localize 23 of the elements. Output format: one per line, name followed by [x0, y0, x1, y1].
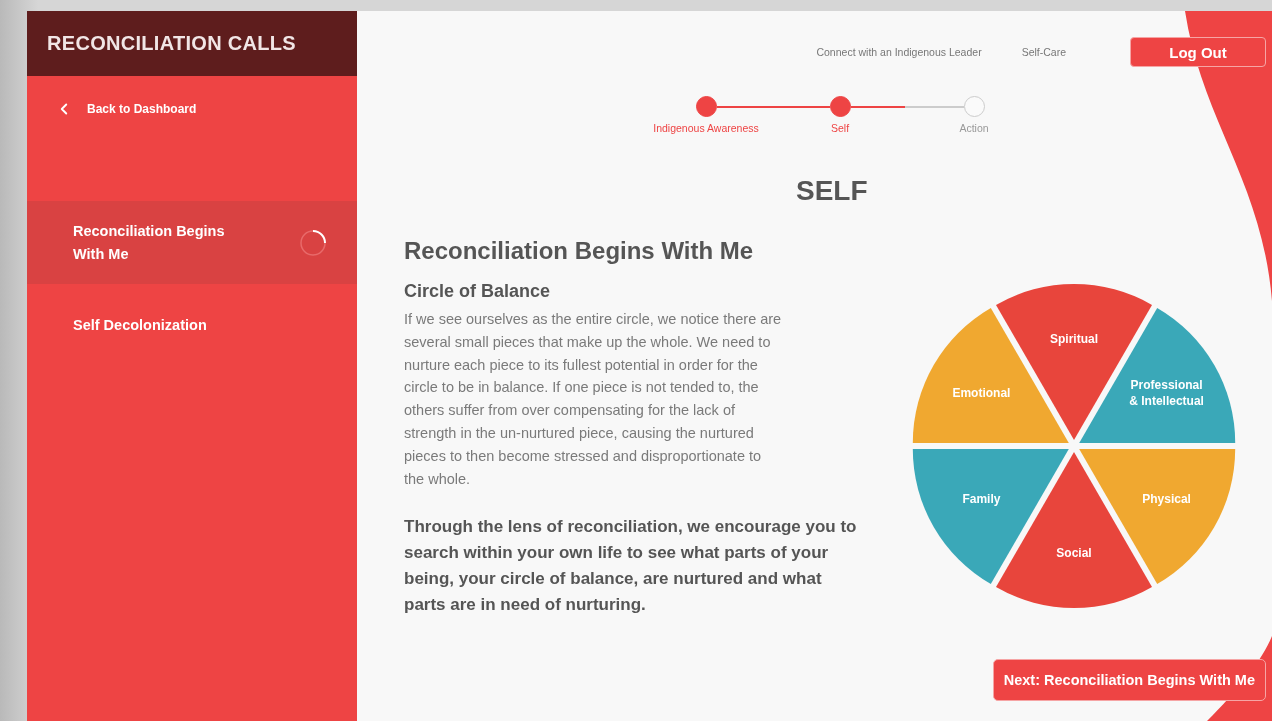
back-link[interactable]: Back to Dashboard — [55, 100, 197, 118]
segment-label: Spiritual — [1050, 332, 1098, 347]
nav-link[interactable]: Connect with an Indigenous Leader — [816, 46, 982, 58]
segment-label: Emotional — [952, 385, 1011, 400]
segment-label: Professional & Intellectual — [1129, 377, 1204, 408]
sidebar-item[interactable]: Reconciliation Begins With Me — [27, 201, 357, 284]
step-label: Action — [959, 122, 989, 134]
lead-paragraph: Through the lens of reconciliation, we encourage you to search within your own life to see what parts of your being, your circle of balance, are nurtured and what parts are in need of nurturing. — [404, 516, 858, 617]
sidebar-item[interactable]: Self Decolonization — [27, 284, 357, 367]
step-label: Indigenous Awareness — [653, 122, 759, 134]
app-title: RECONCILIATION CALLS — [47, 32, 296, 55]
step-label: Self — [830, 122, 850, 134]
nav-link[interactable]: Self-Care — [1021, 46, 1066, 58]
segment-label: Family — [962, 492, 1001, 507]
subsection-title: Circle of Balance — [404, 281, 552, 302]
sidebar-item-label: Reconciliation Begins With Me — [73, 221, 226, 264]
page-title: SELF — [796, 175, 868, 207]
logout-button[interactable]: Log Out — [1130, 37, 1266, 67]
section-title: Reconciliation Begins With Me — [404, 237, 755, 265]
segment-label: Physical — [1142, 492, 1191, 507]
segment-label: Social — [1056, 545, 1092, 560]
body-paragraph: If we see ourselves as the entire circle, we notice there are several small pieces that make up the whole. We need to nurture each piece to its fullest potential in order for the circle to be in balance. If one piece is not tended to, the others suffer from over compensating for the lack of strength in the un-nurtured piece, causing the nurtured pieces to then become stressed and disproportionate to the whole. — [404, 310, 783, 489]
sidebar-item-label: Self Decolonization — [73, 316, 208, 335]
